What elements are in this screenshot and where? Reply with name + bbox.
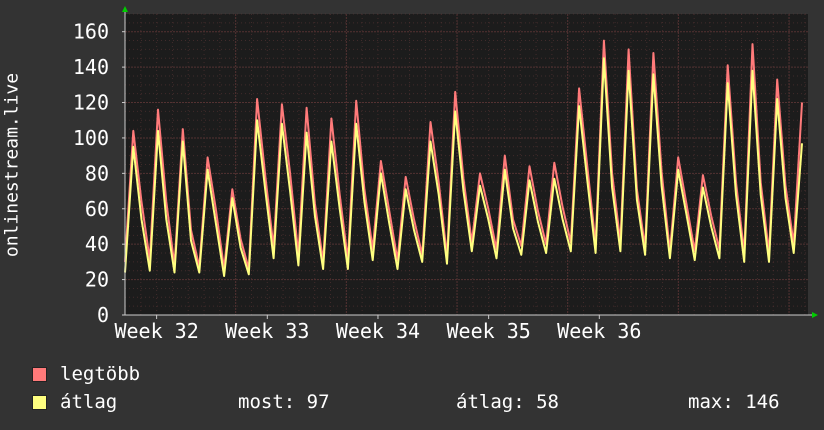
y-tick-label: 160 [73,20,109,44]
y-tick-label: 80 [85,161,109,185]
x-tick-label: Week 34 [336,319,420,343]
rrd-chart: 0 20 40 60 80 100 120 140 160 Week 32 Week 33 Week … [73,6,818,343]
y-tick-label: 100 [73,126,109,150]
x-tick-label: Week 32 [114,319,198,343]
y-tick-label: 120 [73,91,109,115]
x-axis-arrow-icon [812,312,818,318]
x-tick-label: Week 35 [446,319,530,343]
y-axis-arrow-icon [122,6,128,12]
vertical-axis-label: onlinestream.live [0,0,24,330]
y-axis-title: onlinestream.live [1,72,23,258]
x-tick-label: Week 36 [557,319,641,343]
y-tick-label: 40 [85,232,109,256]
y-tick-label: 140 [73,55,109,79]
y-tick-label: 0 [97,303,109,327]
x-tick-label: Week 33 [225,319,309,343]
y-tick-label: 60 [85,197,109,221]
y-tick-label: 20 [85,268,109,292]
